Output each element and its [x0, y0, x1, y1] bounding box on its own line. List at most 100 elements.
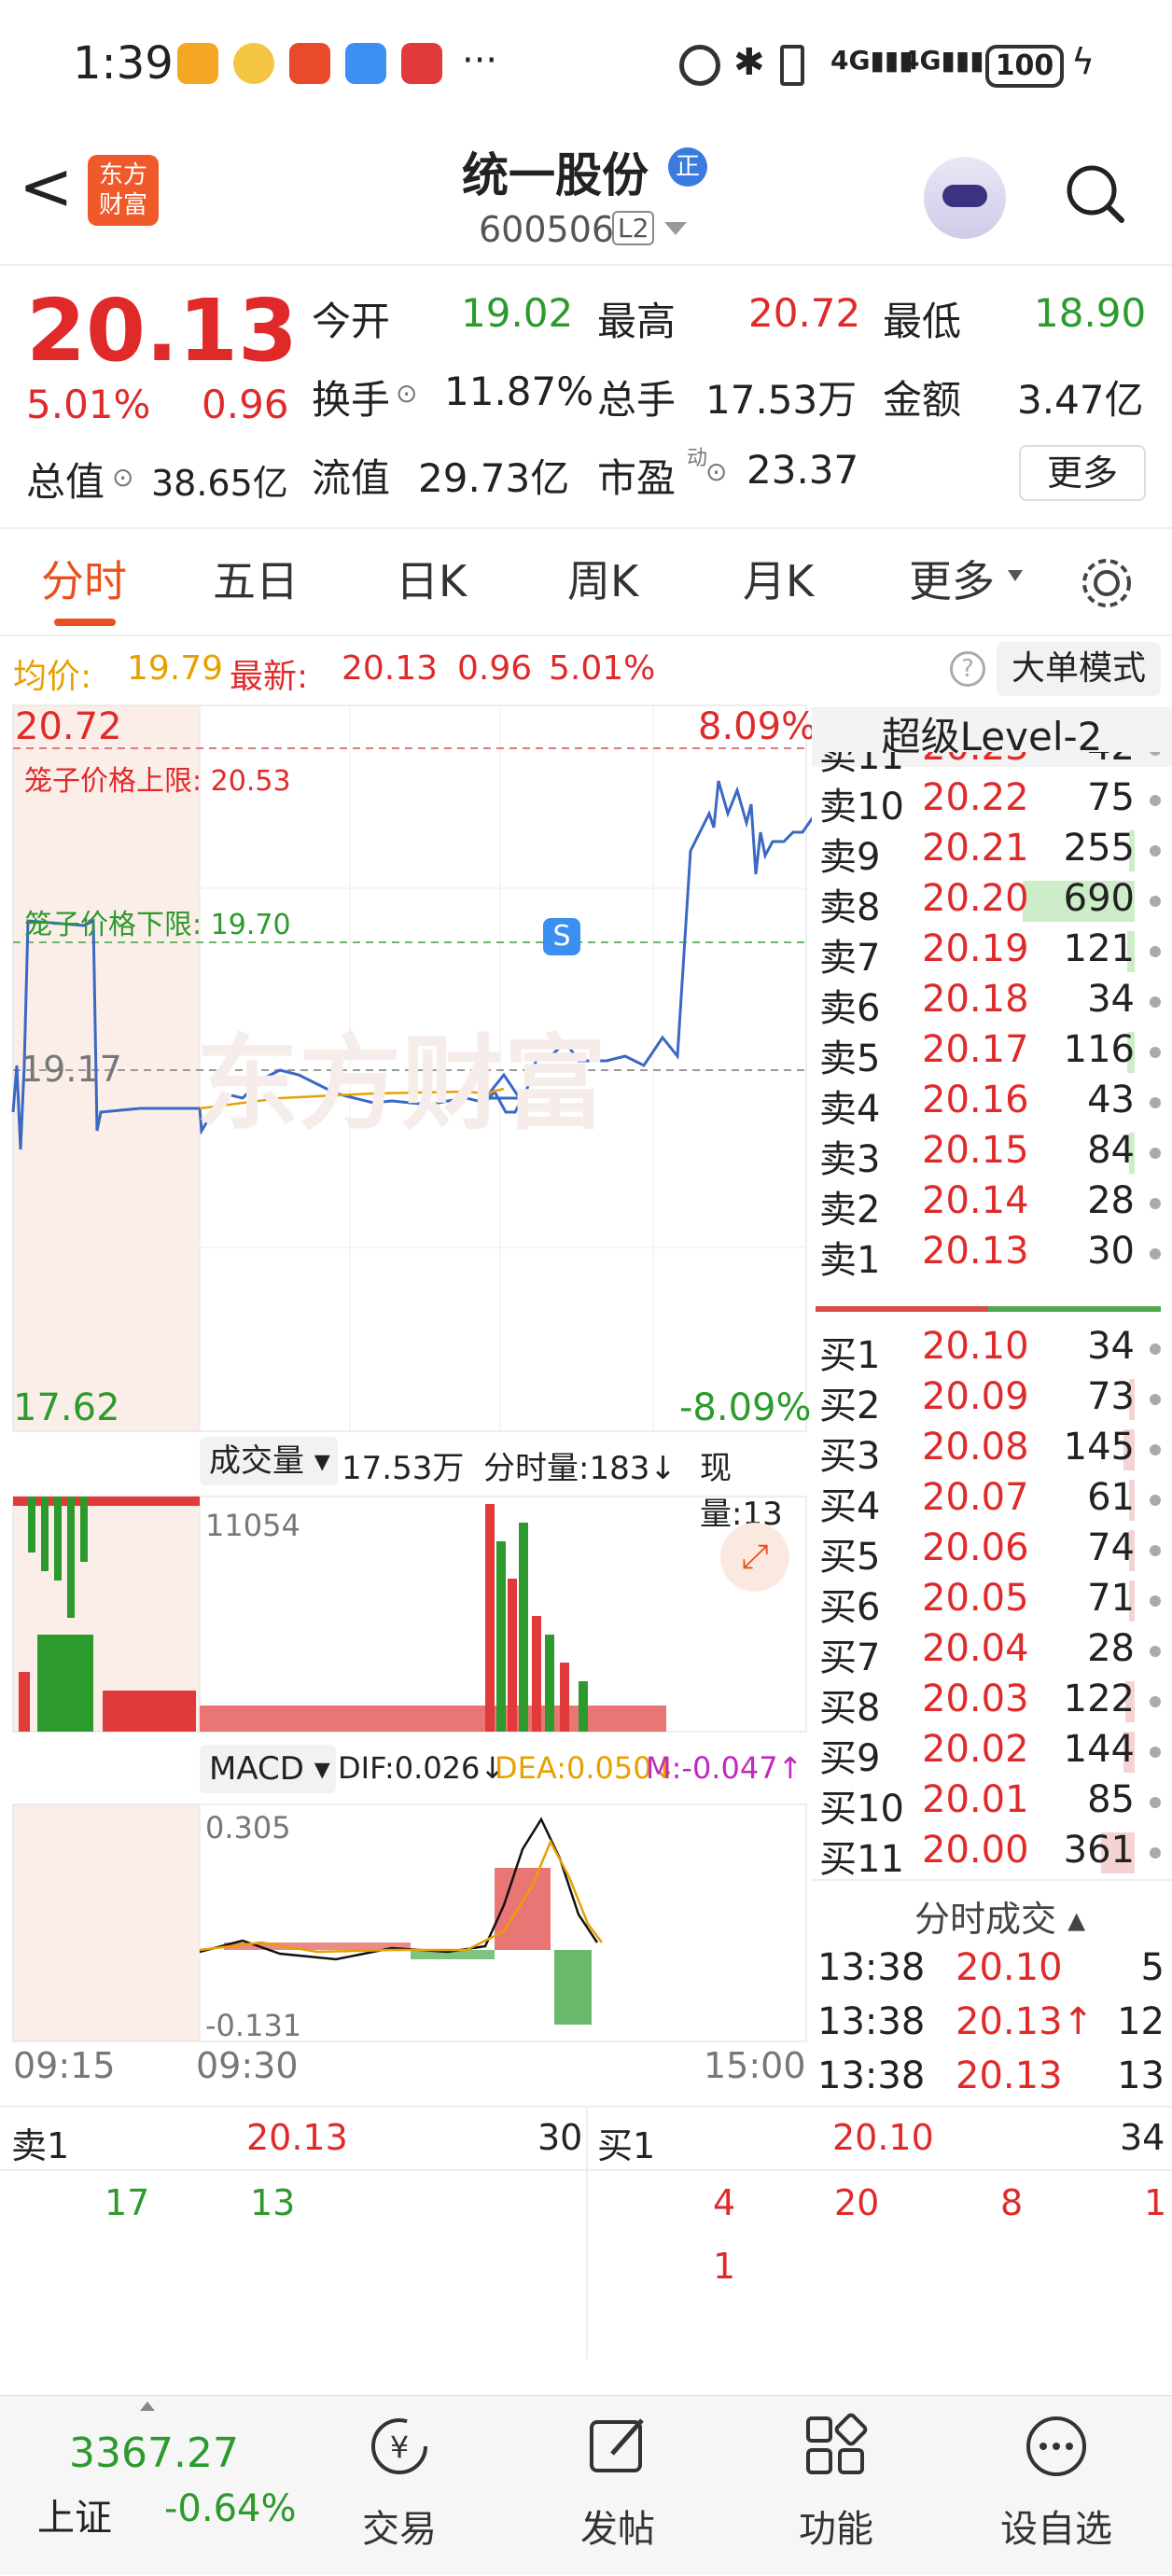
change-percent: 5.01%	[26, 382, 151, 427]
trade-price: 20.13	[956, 2054, 1063, 2097]
open-label: 今开	[312, 299, 391, 344]
macd-top-label: 0.305	[205, 1810, 291, 1845]
queue-bid-price: 20.10	[832, 2117, 934, 2158]
bid-row[interactable]: 买3 20.08 145	[812, 1426, 1172, 1478]
app-notification-icon	[177, 43, 218, 84]
bid-row[interactable]: 买8 20.03 122	[812, 1678, 1172, 1730]
settings-gear-icon[interactable]	[1079, 555, 1135, 611]
index-value: 3367.27	[69, 2430, 239, 2477]
ask-price: 20.19	[922, 927, 1029, 970]
ask-row[interactable]: 卖7 20.19 121	[812, 927, 1172, 980]
back-button[interactable]: <	[19, 149, 75, 224]
chevron-down-icon[interactable]	[664, 222, 687, 235]
latest-label: 最新:	[230, 658, 309, 696]
float-label: 流值	[312, 455, 391, 501]
bid-row[interactable]: 买11 20.00 361	[812, 1829, 1172, 1881]
search-icon[interactable]	[1064, 162, 1125, 224]
ask-volume: 75	[1087, 776, 1135, 819]
tab-more[interactable]: 更多	[909, 548, 995, 609]
queue-bid-label: 买1	[597, 2125, 656, 2166]
ask-volume: 690	[1063, 877, 1135, 920]
ask-level: 卖9	[819, 836, 881, 879]
status-dot-icon	[1150, 1444, 1161, 1455]
eastmoney-logo[interactable]: 东方 财富	[88, 155, 159, 226]
macd-chart	[12, 1803, 807, 2042]
bid-row[interactable]: 买10 20.01 85	[812, 1778, 1172, 1831]
trade-time: 13:38	[817, 2000, 926, 2043]
ask-row[interactable]: 卖3 20.15 84	[812, 1129, 1172, 1181]
bid-row[interactable]: 买4 20.07 61	[812, 1476, 1172, 1528]
ask-price: 20.22	[922, 776, 1029, 819]
status-dot-icon	[1150, 795, 1161, 806]
index-name: 上证	[37, 2497, 112, 2540]
ask-level: 卖3	[819, 1138, 881, 1181]
ask-row[interactable]: 卖4 20.16 43	[812, 1079, 1172, 1131]
queue-ask-volume: 30	[537, 2117, 583, 2158]
nav-add-watchlist[interactable]: 设自选	[963, 2396, 1150, 2576]
status-dot-icon	[1150, 1595, 1161, 1607]
tab-weekly-k[interactable]: 周K	[567, 548, 638, 609]
bid-row[interactable]: 买9 20.02 144	[812, 1728, 1172, 1780]
ask-book: 卖1120.2342卖1020.2275卖920.21255卖820.20690…	[812, 752, 1172, 1332]
info-icon[interactable]: ⊙	[396, 378, 417, 409]
trade-time: 13:38	[817, 1946, 926, 1989]
quote-panel: 20.13 5.01% 0.96 总值 ⊙ 38.65亿 今开 19.02 最高…	[0, 268, 1172, 529]
nav-trade[interactable]: ¥ 交易	[306, 2396, 493, 2576]
bid-volume: 74	[1087, 1526, 1135, 1569]
tab-five-day[interactable]: 五日	[213, 548, 299, 609]
pe-superscript: 动	[687, 447, 708, 470]
page-title: 统一股份	[462, 148, 649, 202]
ask-row[interactable]: 卖10 20.22 75	[812, 776, 1172, 828]
bid-volume: 73	[1087, 1375, 1135, 1418]
info-icon[interactable]: ⊙	[705, 456, 727, 487]
help-icon[interactable]: ?	[950, 651, 985, 687]
info-icon[interactable]: ⊙	[112, 462, 133, 493]
bid-level: 买4	[819, 1485, 881, 1528]
current-price: 20.13	[26, 281, 299, 381]
ask-row[interactable]: 卖8 20.20 690	[812, 877, 1172, 929]
latest-change: 0.96	[457, 649, 533, 688]
pe-label: 市盈	[597, 455, 677, 501]
tab-monthly-k[interactable]: 月K	[743, 548, 814, 609]
ask-volume: 28	[1087, 1179, 1135, 1222]
ask-row[interactable]: 卖1 20.13 30	[812, 1230, 1172, 1282]
status-bar: 1:39 ··· ✱ 4G▮▮▮ 4G▮▮▮ 100 ϟ	[0, 0, 1172, 131]
trade-row: 13:38 20.13↑ 12	[812, 2000, 1172, 2051]
bid-row[interactable]: 买1 20.10 34	[812, 1325, 1172, 1377]
ask-row[interactable]: 卖9 20.21 255	[812, 827, 1172, 879]
ask-ratio-bar	[816, 1306, 988, 1312]
index-ticker[interactable]: 3367.27 上证 -0.64%	[0, 2396, 299, 2576]
intraday-chart[interactable]: 20.72 8.09% 笼子价格上限: 20.53 笼子价格下限: 19.70 …	[0, 702, 816, 2106]
ask-row[interactable]: 卖2 20.14 28	[812, 1179, 1172, 1232]
ask-row[interactable]: 卖5 20.17 116	[812, 1028, 1172, 1080]
more-button[interactable]: 更多	[1019, 445, 1146, 501]
bid-row[interactable]: 买2 20.09 73	[812, 1375, 1172, 1427]
bid-price: 20.05	[922, 1577, 1029, 1620]
logo-text: 财富	[98, 191, 147, 219]
robot-assistant-avatar[interactable]	[924, 157, 1006, 239]
bid-row[interactable]: 买6 20.05 71	[812, 1577, 1172, 1629]
trade-price: 20.10	[956, 1946, 1063, 1989]
bid-volume: 28	[1087, 1627, 1135, 1670]
ask-price: 20.23	[922, 752, 1029, 769]
status-dot-icon	[1150, 1797, 1161, 1808]
bid-row[interactable]: 买5 20.06 74	[812, 1526, 1172, 1579]
tick-trades-title[interactable]: 分时成交 ▴	[914, 1890, 1085, 1942]
nav-post[interactable]: 发帖	[524, 2396, 711, 2576]
big-order-mode-button[interactable]: 大单模式	[997, 642, 1161, 696]
ask-price: 20.13	[922, 1230, 1029, 1273]
tab-daily-k[interactable]: 日K	[396, 548, 467, 609]
tab-intraday[interactable]: 分时	[41, 548, 127, 609]
queue-ask-label: 卖1	[11, 2125, 70, 2166]
index-percent: -0.64%	[164, 2487, 297, 2530]
bid-price: 20.01	[922, 1778, 1029, 1821]
bid-ratio-bar	[988, 1306, 1161, 1312]
nav-functions[interactable]: 功能	[743, 2396, 929, 2576]
bid-row[interactable]: 买7 20.04 28	[812, 1627, 1172, 1679]
bid-price: 20.08	[922, 1426, 1029, 1469]
ask-row[interactable]: 卖6 20.18 34	[812, 978, 1172, 1030]
turnover-value: 11.87%	[444, 369, 594, 414]
ask-volume: 116	[1063, 1028, 1135, 1071]
ask-row[interactable]: 卖1120.2342	[812, 752, 1172, 778]
ask-level: 卖8	[819, 886, 881, 929]
